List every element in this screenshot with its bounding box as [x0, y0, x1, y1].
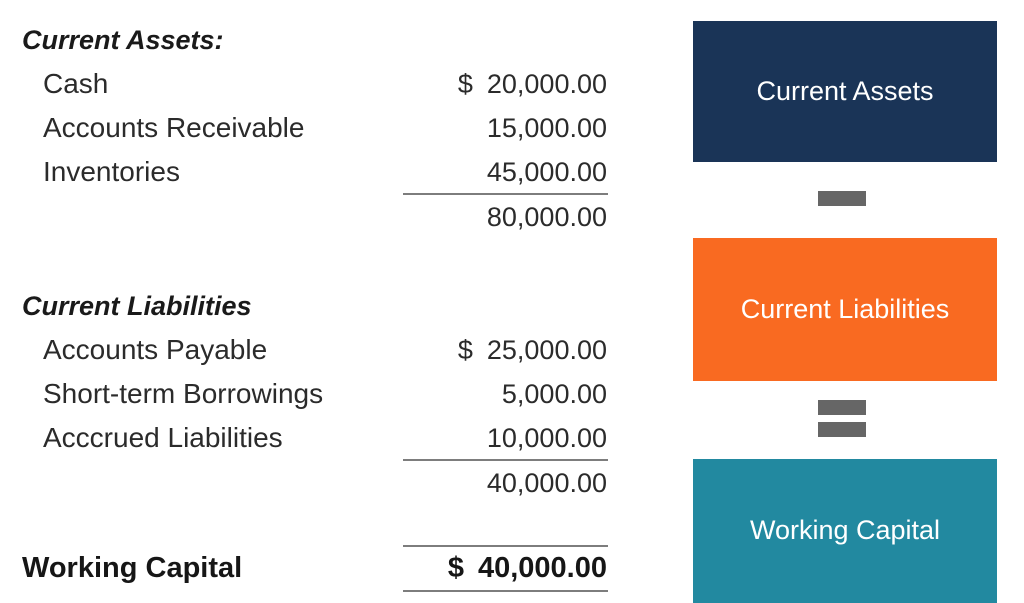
line-item-amount-cell-inventories: 45,000.00	[403, 157, 607, 188]
line-item-amount-accounts-payable: 25,000.00	[486, 334, 607, 365]
section-heading-cell: Current Assets:	[22, 24, 224, 55]
line-item-amount-cell-cash: $ 20,000.00	[403, 69, 607, 100]
diagram-block-current-assets: Current Assets	[693, 21, 997, 162]
equals-icon-bar-bottom	[818, 422, 866, 437]
line-item-label-inventories: Inventories	[43, 156, 180, 187]
total-label-cell: Working Capital	[22, 551, 243, 584]
working-capital-diagram: Current Assets Current Liabilities Worki…	[660, 0, 1024, 603]
diagram-block-label-current-liabilities: Current Liabilities	[740, 293, 950, 324]
total-label-working-capital: Working Capital	[22, 551, 243, 584]
section-heading-current-liabilities: Current Liabilities	[22, 290, 252, 321]
currency-symbol: $	[447, 551, 464, 584]
line-item-amount-cell-short-term-borrowings: 5,000.00	[403, 379, 607, 410]
line-item-row-accrued-liabilities: Acccrued Liabilities 10,000.00	[0, 416, 660, 460]
subtotal-amount-cell-current-liabilities: 40,000.00	[403, 468, 607, 499]
line-item-amount-cell-accounts-receivable: 15,000.00	[403, 113, 607, 144]
total-amount-cell-working-capital: $ 40,000.00	[403, 552, 607, 585]
line-item-row-accounts-payable: Accounts Payable $ 25,000.00	[0, 328, 660, 372]
line-item-amount-cell-accounts-payable: $ 25,000.00	[403, 335, 607, 366]
equals-icon-bar-top	[818, 400, 866, 415]
line-item-amount-cell-accrued-liabilities: 10,000.00	[403, 423, 607, 454]
subtotal-row-current-liabilities: 40,000.00	[0, 461, 660, 505]
working-capital-worksheet: Current Assets: Cash $ 20,000.00 Account…	[0, 0, 660, 603]
section-heading-row-current-assets: Current Assets:	[0, 18, 660, 62]
working-capital-figure: Current Assets: Cash $ 20,000.00 Account…	[0, 0, 1024, 603]
line-item-amount-inventories: 45,000.00	[486, 156, 607, 187]
total-amount-working-capital: 40,000.00	[477, 551, 607, 584]
line-item-amount-short-term-borrowings: 5,000.00	[501, 378, 607, 409]
diagram-block-current-liabilities: Current Liabilities	[693, 238, 997, 381]
line-item-row-cash: Cash $ 20,000.00	[0, 62, 660, 106]
line-item-amount-accrued-liabilities: 10,000.00	[486, 422, 607, 453]
subtotal-amount-current-assets: 80,000.00	[486, 201, 607, 232]
diagram-block-label-current-assets: Current Assets	[756, 75, 934, 106]
line-item-label-cell: Inventories	[22, 158, 180, 186]
line-item-label-cell: Accounts Payable	[22, 336, 267, 364]
line-item-amount-cash: 20,000.00	[486, 68, 607, 99]
line-item-label-cell: Cash	[22, 70, 108, 98]
minus-icon	[818, 191, 866, 206]
line-item-row-accounts-receivable: Accounts Receivable 15,000.00	[0, 106, 660, 150]
subtotal-amount-cell-current-assets: 80,000.00	[403, 202, 607, 233]
line-item-amount-accounts-receivable: 15,000.00	[486, 112, 607, 143]
subtotal-amount-current-liabilities: 40,000.00	[486, 467, 607, 498]
line-item-label-cash: Cash	[43, 68, 109, 99]
currency-symbol: $	[457, 68, 473, 99]
line-item-label-accrued-liabilities: Acccrued Liabilities	[43, 422, 283, 453]
operator-equals	[660, 400, 1024, 437]
operator-minus	[660, 191, 1024, 206]
line-item-label-cell: Acccrued Liabilities	[22, 424, 283, 452]
line-item-label-accounts-payable: Accounts Payable	[43, 334, 268, 365]
line-item-label-cell: Short-term Borrowings	[22, 380, 323, 408]
section-heading-cell: Current Liabilities	[22, 290, 252, 321]
line-item-label-short-term-borrowings: Short-term Borrowings	[43, 378, 324, 409]
currency-symbol: $	[457, 334, 473, 365]
diagram-block-working-capital: Working Capital	[693, 459, 997, 603]
section-heading-row-current-liabilities: Current Liabilities	[0, 284, 660, 328]
section-heading-current-assets: Current Assets:	[22, 24, 224, 55]
line-item-row-short-term-borrowings: Short-term Borrowings 5,000.00	[0, 372, 660, 416]
line-item-label-cell: Accounts Receivable	[22, 114, 304, 142]
line-item-label-accounts-receivable: Accounts Receivable	[43, 112, 305, 143]
diagram-block-label-working-capital: Working Capital	[749, 515, 941, 546]
subtotal-row-current-assets: 80,000.00	[0, 195, 660, 239]
total-row-working-capital: Working Capital $ 40,000.00	[0, 546, 660, 590]
total-rule-bottom	[403, 590, 608, 592]
line-item-row-inventories: Inventories 45,000.00	[0, 150, 660, 194]
